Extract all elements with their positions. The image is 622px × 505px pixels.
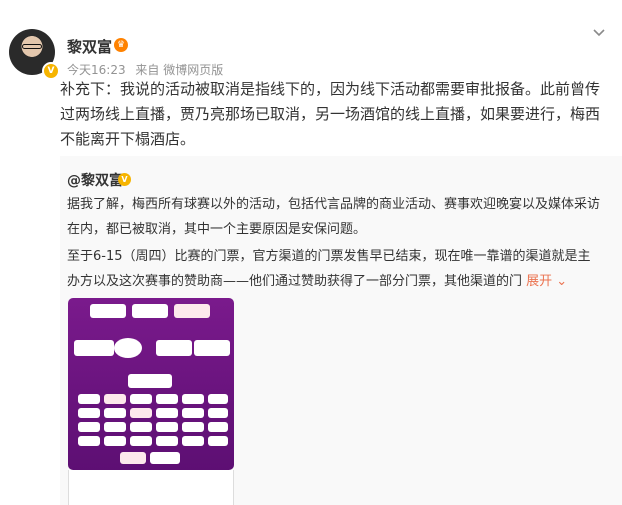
sponsor-logo bbox=[208, 422, 228, 432]
sponsor-logo bbox=[130, 436, 152, 446]
verified-badge-icon: V bbox=[118, 173, 131, 186]
repost-author[interactable]: @黎双富 bbox=[67, 170, 123, 190]
sponsor-logo bbox=[132, 304, 168, 318]
sponsor-logo bbox=[78, 394, 100, 404]
sponsor-logo bbox=[104, 394, 126, 404]
sponsor-logo bbox=[182, 408, 204, 418]
crown-icon[interactable]: ♛ bbox=[114, 38, 128, 52]
image-placeholder bbox=[68, 470, 234, 505]
post-source: 来自 微博网页版 bbox=[135, 63, 224, 77]
sponsor-logo bbox=[182, 436, 204, 446]
author-name[interactable]: 黎双富 bbox=[67, 36, 112, 57]
sponsor-logo bbox=[78, 436, 100, 446]
sponsor-logo bbox=[104, 436, 126, 446]
expand-chevron-icon: ⌄ bbox=[552, 274, 568, 289]
weibo-post: V 黎双富 ♛ 今天16:23 来自 微博网页版 补充下：我说的活动被取消是指线… bbox=[0, 0, 622, 505]
post-content: 补充下：我说的活动被取消是指线下的，因为线下活动都需要审批报备。此前曾传过两场线… bbox=[60, 80, 601, 148]
sponsor-logo bbox=[182, 422, 204, 432]
sponsor-logo bbox=[130, 394, 152, 404]
sponsor-poster-image[interactable] bbox=[68, 298, 234, 470]
post-meta: 今天16:23 来自 微博网页版 bbox=[67, 61, 229, 78]
verified-badge-icon: V bbox=[42, 62, 60, 80]
sponsor-logo bbox=[130, 422, 152, 432]
sponsor-logo bbox=[208, 394, 228, 404]
repost-paragraph-2-text: 至于6-15（周四）比赛的门票，官方渠道的门票发售早已结束，现在唯一靠谱的渠道就… bbox=[67, 249, 591, 289]
expand-label: 展开 bbox=[526, 274, 553, 289]
post-time[interactable]: 今天16:23 bbox=[67, 63, 126, 77]
sponsor-logo bbox=[194, 340, 230, 356]
sponsor-logo bbox=[120, 452, 146, 464]
sponsor-logo bbox=[156, 436, 178, 446]
sponsor-logo bbox=[130, 408, 152, 418]
sponsor-logo bbox=[156, 394, 178, 404]
glasses-shape bbox=[22, 44, 42, 49]
sponsor-logo bbox=[128, 374, 172, 388]
sponsor-logo bbox=[78, 408, 100, 418]
repost-paragraph-2: 至于6-15（周四）比赛的门票，官方渠道的门票发售早已结束，现在唯一靠谱的渠道就… bbox=[67, 244, 602, 294]
sponsor-logo bbox=[74, 340, 114, 356]
sponsor-logo bbox=[156, 408, 178, 418]
expand-link[interactable]: 展开 ⌄ bbox=[526, 274, 567, 289]
sponsor-logo bbox=[182, 394, 204, 404]
repost-box: @黎双富 V 据我了解，梅西所有球赛以外的活动，包括代言品牌的商业活动、赛事欢迎… bbox=[60, 156, 622, 505]
sponsor-logo bbox=[208, 436, 228, 446]
sponsor-logo bbox=[156, 340, 192, 356]
sponsor-logo bbox=[90, 304, 126, 318]
sponsor-logo bbox=[174, 304, 210, 318]
sponsor-logo bbox=[150, 452, 180, 464]
sponsor-logo bbox=[104, 422, 126, 432]
sponsor-logo bbox=[114, 338, 142, 358]
sponsor-logo bbox=[104, 408, 126, 418]
repost-paragraph-1: 据我了解，梅西所有球赛以外的活动，包括代言品牌的商业活动、赛事欢迎晚宴以及媒体采… bbox=[67, 197, 601, 237]
sponsor-logo bbox=[156, 422, 178, 432]
sponsor-logo bbox=[78, 422, 100, 432]
chevron-down-icon[interactable] bbox=[591, 24, 607, 40]
sponsor-logo bbox=[208, 408, 228, 418]
